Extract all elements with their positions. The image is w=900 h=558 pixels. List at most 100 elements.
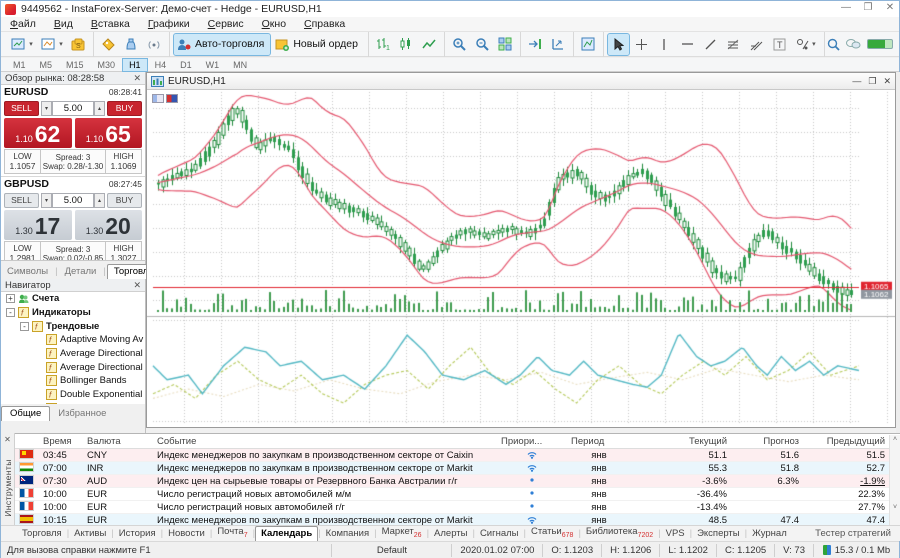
menu-item-Файл[interactable]: Файл [1,18,45,30]
window-minimize-button[interactable]: — [839,2,853,13]
tree-item-average-directional[interactable]: fAverage Directional [1,347,145,361]
chart-maximize-button[interactable]: ❐ [868,76,876,87]
calendar-row[interactable]: 10:00EURЧисло регистраций новых автомоби… [15,488,889,501]
toolbox-tab-Сигналы[interactable]: Сигналы [475,527,524,541]
buy-button[interactable]: BUY [107,101,142,116]
channel-tool-button[interactable] [746,34,767,55]
toolbox-tab-Алерты[interactable]: Алерты [429,527,472,541]
stepper-down-icon[interactable]: ▾ [41,101,52,116]
status-profile[interactable]: Default [331,544,451,557]
timeframe-H4[interactable]: H4 [149,59,173,71]
lot-stepper[interactable]: ▾5.00▴ [41,193,105,208]
chart-close-button[interactable]: ✕ [883,76,891,87]
market-watch-tab-Детали[interactable]: Детали [59,265,103,279]
autoscroll-button[interactable] [525,34,546,55]
calendar-row[interactable]: 03:45CNYИндекс менеджеров по закупкам в … [15,449,889,462]
tree-item-average-directional[interactable]: fAverage Directional [1,360,145,374]
candlestick-mode-button[interactable] [396,34,417,55]
market-watch-tab-Символы[interactable]: Символы [1,265,54,279]
navigator-tab-Общие[interactable]: Общие [1,406,50,421]
zoom-out-button[interactable] [472,34,493,55]
stepper-down-icon[interactable]: ▾ [41,193,52,208]
bar-chart-mode-button[interactable]: 1 [373,34,394,55]
calendar-row[interactable]: 07:30AUDИндекс цен на сырьевые товары от… [15,475,889,488]
close-icon[interactable]: ✕ [133,280,141,291]
calendar-row[interactable]: 10:15EURИндекс менеджеров по закупкам в … [15,514,889,525]
calendar-row[interactable]: 07:00INRИндекс менеджеров по закупкам в … [15,462,889,475]
timeframe-M15[interactable]: M15 [60,59,90,71]
charts-folder-button[interactable]: S [68,34,89,55]
window-close-button[interactable]: ✕ [883,2,897,13]
new-order-button[interactable]: Новый ордер [272,34,364,55]
stepper-up-icon[interactable]: ▴ [94,193,105,208]
toolbox-tab-Компания[interactable]: Компания [321,527,374,541]
close-icon[interactable]: ✕ [1,433,14,444]
autotrade-button[interactable]: Авто-торговля [174,34,270,55]
shapes-tool-button[interactable]: ▾ [792,34,820,55]
depth-markers-icon[interactable] [166,94,178,103]
cursor-tool-button[interactable] [608,34,629,55]
buy-button[interactable]: BUY [107,193,142,208]
tree-expander-icon[interactable]: - [6,308,15,317]
chat-icon[interactable] [846,38,861,50]
profiles-button[interactable]: ▾ [38,34,66,55]
bid-price[interactable]: 1.1062 [4,118,72,148]
tree-item-счета[interactable]: +Счета [1,292,145,306]
line-chart-mode-button[interactable] [419,34,440,55]
scroll-down-icon[interactable]: ˅ [890,504,900,511]
menu-item-Вид[interactable]: Вид [45,18,82,30]
tile-windows-button[interactable] [495,34,516,55]
menu-item-Графики[interactable]: Графики [139,18,199,30]
vertical-line-tool-button[interactable] [654,34,675,55]
timeframe-D1[interactable]: D1 [174,59,198,71]
timeframe-M5[interactable]: M5 [34,59,59,71]
chart-title-bar[interactable]: EURUSD,H1 — ❐ ✕ [147,73,895,90]
toolbox-tab-Активы[interactable]: Активы [69,527,111,541]
lot-stepper[interactable]: ▾5.00▴ [41,101,105,116]
toolbox-tab-Торговля[interactable]: Торговля [17,527,67,541]
ask-price[interactable]: 1.1065 [75,118,143,148]
toolbox-tab-Эксперты[interactable]: Эксперты [692,527,745,541]
toolbox-tab-VPS[interactable]: VPS [661,527,690,541]
menu-item-Окно[interactable]: Окно [253,18,295,30]
crosshair-tool-button[interactable] [631,34,652,55]
close-icon[interactable]: ✕ [133,73,141,84]
radio-signal-button[interactable] [144,34,165,55]
tester-tab[interactable]: Тестер стратегий [815,528,891,541]
tree-item-индикаторы[interactable]: -fИндикаторы [1,306,145,320]
timeframe-H1[interactable]: H1 [123,59,147,71]
toolbox-tab-Журнал[interactable]: Журнал [747,527,792,541]
tree-expander-icon[interactable]: + [6,294,15,303]
chart-minimize-button[interactable]: — [852,76,861,87]
tree-item-adaptive-moving-av[interactable]: fAdaptive Moving Av [1,333,145,347]
sell-button[interactable]: SELL [4,193,39,208]
calendar-scrollbar[interactable]: ˄ ˅ [889,435,900,525]
timeframe-M30[interactable]: M30 [92,59,122,71]
menu-item-Сервис[interactable]: Сервис [199,18,253,30]
chart-shift-button[interactable] [548,34,569,55]
price-chart-canvas[interactable] [147,90,895,427]
sell-button[interactable]: SELL [4,101,39,116]
toolbox-tab-Календарь[interactable]: Календарь [255,526,318,541]
text-tool-button[interactable]: T [769,34,790,55]
depth-of-market-button[interactable] [121,34,142,55]
zoom-in-button[interactable] [449,34,470,55]
timeframe-W1[interactable]: W1 [200,59,226,71]
calendar-row[interactable]: 10:00EURЧисло регистраций новых автомоби… [15,501,889,514]
menu-item-Вставка[interactable]: Вставка [82,18,139,30]
stepper-up-icon[interactable]: ▴ [94,101,105,116]
one-click-trading-icon[interactable] [152,94,164,103]
toolbox-tab-Новости[interactable]: Новости [163,527,210,541]
toolbox-tab-Статьи[interactable]: Статьи678 [526,525,578,541]
toolbox-tab-История[interactable]: История [114,527,161,541]
trendline-tool-button[interactable] [700,34,721,55]
lot-value[interactable]: 5.00 [52,101,94,116]
tree-expander-icon[interactable]: - [20,322,29,331]
tree-item-трендовые[interactable]: -fТрендовые [1,319,145,333]
lot-value[interactable]: 5.00 [52,193,94,208]
tree-item-bollinger-bands[interactable]: fBollinger Bands [1,374,145,388]
scroll-up-icon[interactable]: ˄ [890,435,900,443]
search-icon[interactable] [827,38,840,51]
bid-price[interactable]: 1.3017 [4,210,72,240]
toolbox-tab-Маркет[interactable]: Маркет26 [377,525,427,541]
